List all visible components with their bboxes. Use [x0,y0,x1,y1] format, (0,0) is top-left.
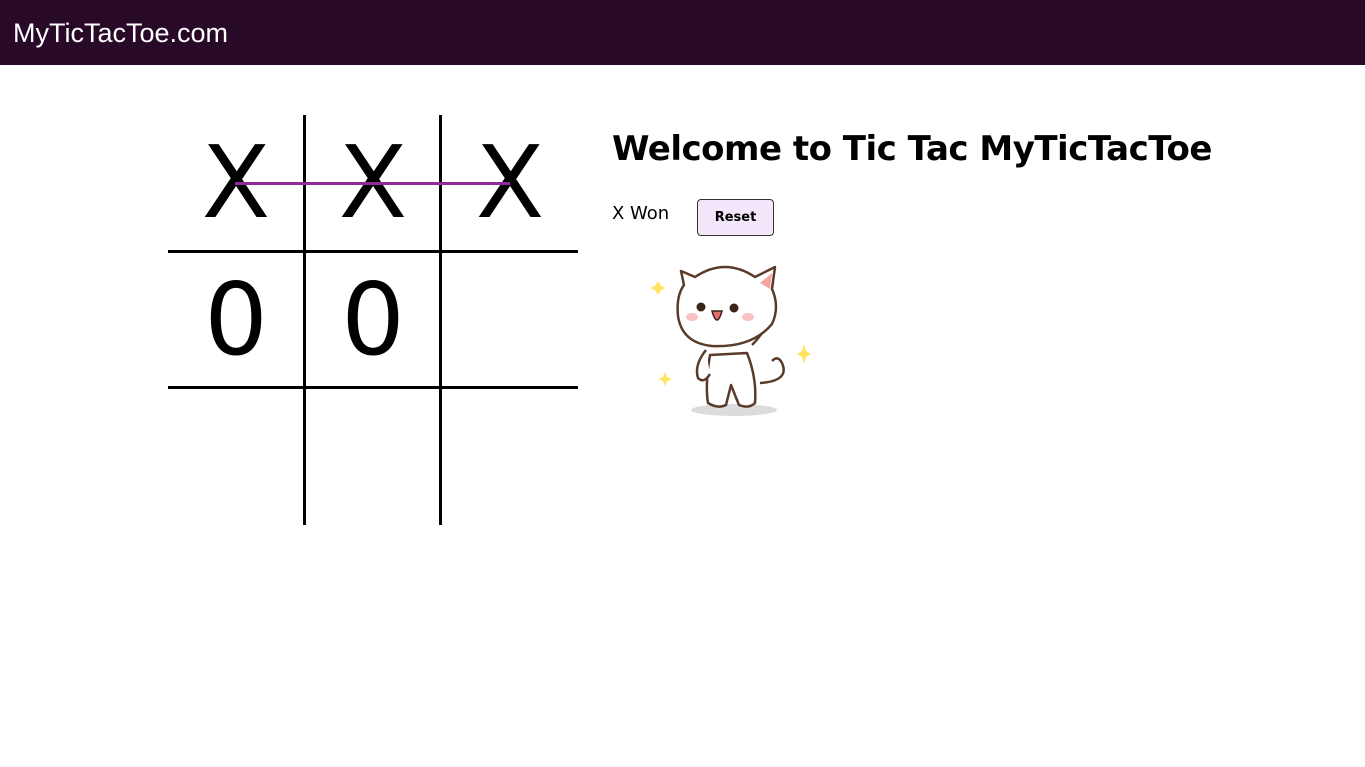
board-cell-5[interactable]: 0 [305,252,441,388]
board-cell-4[interactable]: 0 [168,252,304,388]
status-row: X Won Reset [612,199,912,239]
board-cell-9[interactable] [442,389,578,525]
board-cell-6[interactable] [442,252,578,388]
grid-line-vertical-1 [303,115,306,525]
win-strike-line [235,182,510,185]
grid-line-horizontal-1 [168,250,578,253]
grid-line-horizontal-2 [168,386,578,389]
game-panel: Welcome to Tic Tac MyTicTacToe X Won Res… [612,126,1212,236]
page-title: Welcome to Tic Tac MyTicTacToe [612,129,1212,169]
game-status: X Won [612,203,670,224]
game-board: X X X 0 0 [168,115,578,525]
reset-button[interactable]: Reset [697,199,774,236]
grid-line-vertical-2 [439,115,442,525]
top-navbar: MyTicTacToe.com [0,0,1365,65]
board-cell-8[interactable] [305,389,441,525]
site-brand[interactable]: MyTicTacToe.com [13,15,228,51]
board-cell-7[interactable] [168,389,304,525]
dancing-cat-icon [650,265,811,416]
